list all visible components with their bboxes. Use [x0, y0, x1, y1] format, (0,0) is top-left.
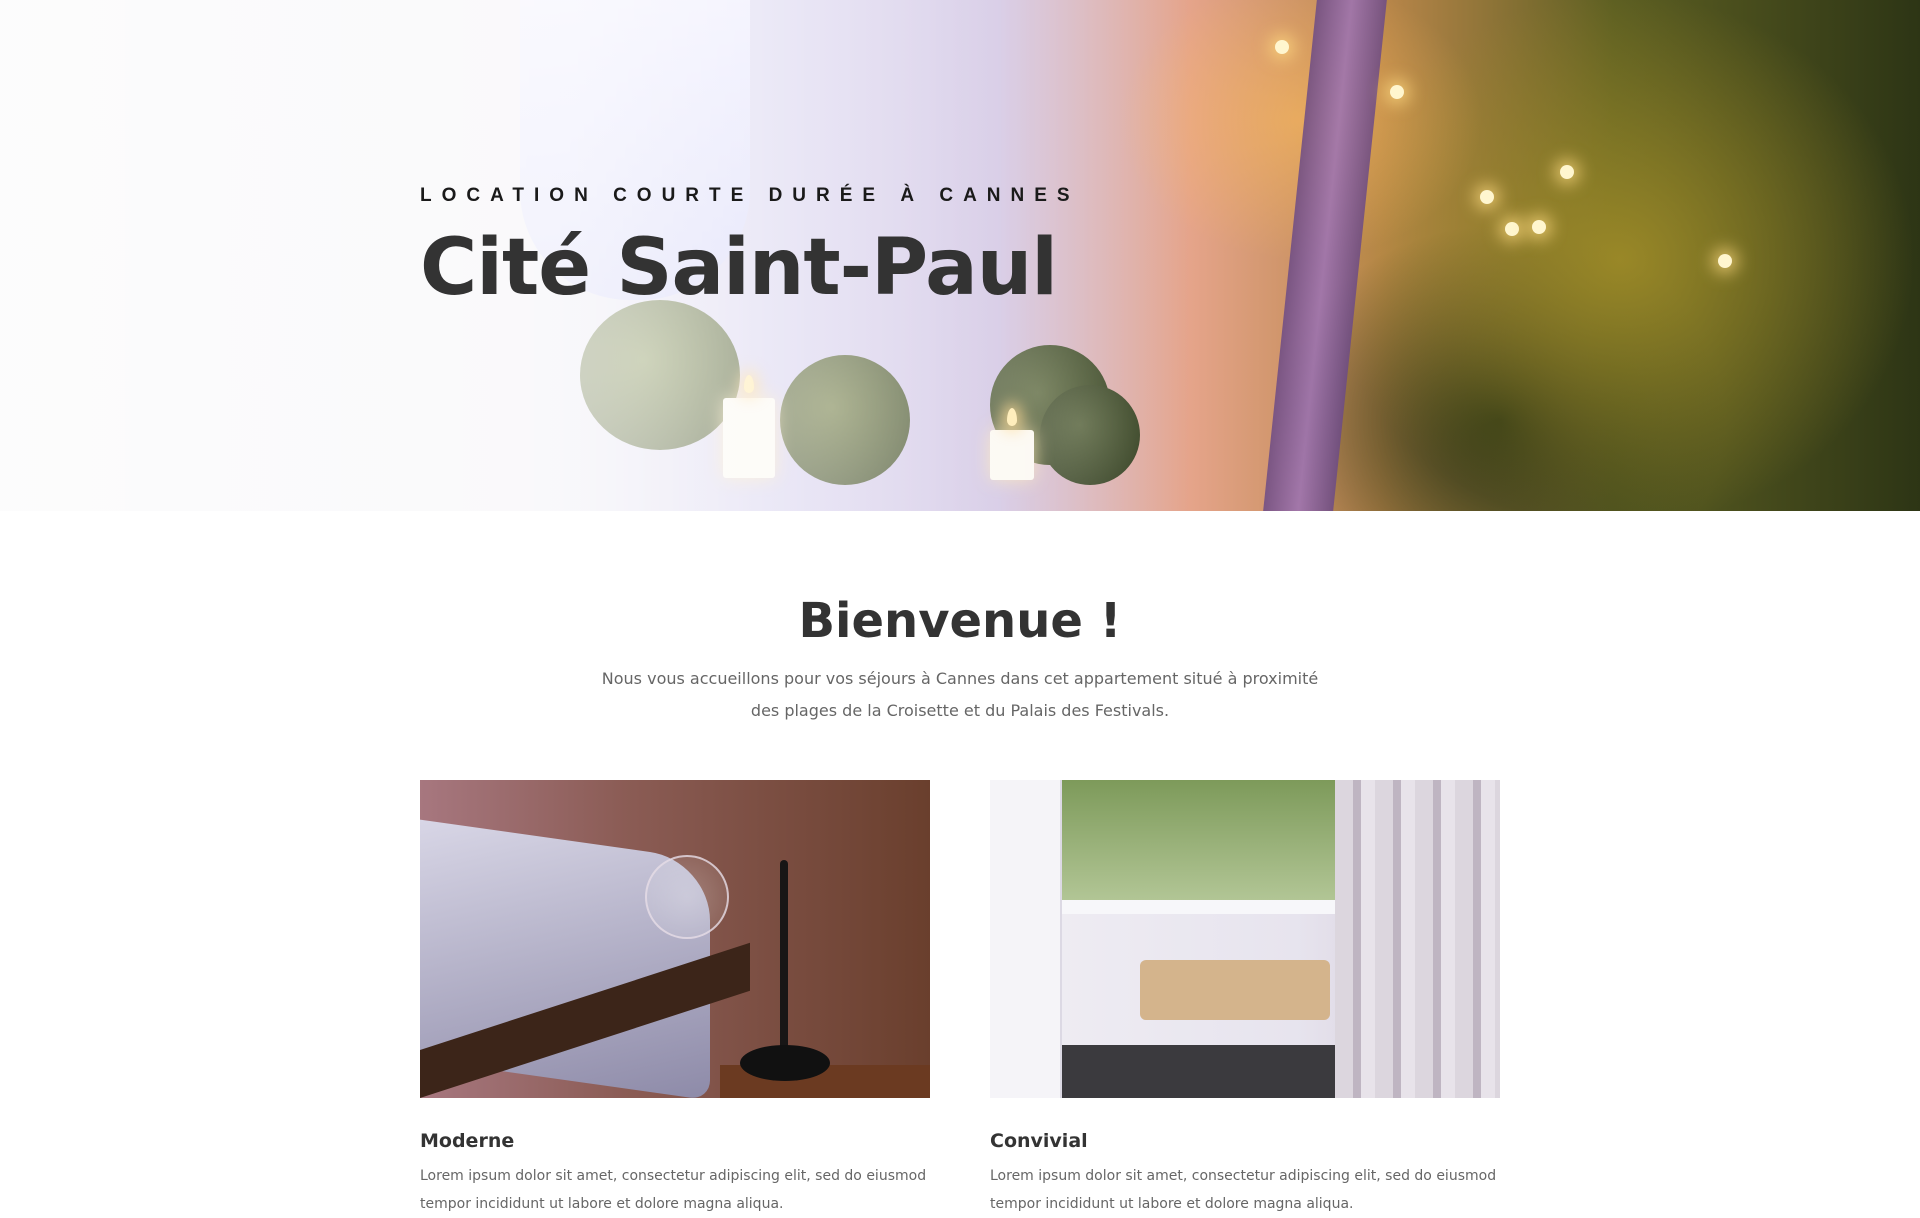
welcome-text: Nous vous accueillons pour vos séjours à…: [601, 669, 1319, 720]
feature-card: Convivial Lorem ipsum dolor sit amet, co…: [990, 780, 1500, 1218]
floor-shape: [1050, 1045, 1350, 1098]
card-title: Moderne: [420, 1130, 515, 1152]
balcony-photo: [990, 780, 1500, 1098]
garden-shape: [1060, 780, 1350, 910]
lamp-base-shape: [740, 1045, 830, 1081]
card-title: Convivial: [990, 1130, 1088, 1152]
curtain-shape: [1335, 780, 1500, 1098]
welcome-title: Bienvenue !: [798, 593, 1122, 649]
railing-shape: [1050, 900, 1350, 914]
feature-card: Moderne Lorem ipsum dolor sit amet, cons…: [420, 780, 930, 1218]
hero-banner: LOCATION COURTE DURÉE À CANNES Cité Sain…: [0, 0, 1920, 511]
welcome-block: Bienvenue ! Nous vous accueillons pour v…: [0, 511, 1920, 727]
hero-text-block: LOCATION COURTE DURÉE À CANNES Cité Sain…: [420, 185, 1080, 313]
welcome-section: Bienvenue ! Nous vous accueillons pour v…: [0, 511, 1920, 1212]
hero-kicker: LOCATION COURTE DURÉE À CANNES: [420, 185, 1080, 206]
table-shape: [1140, 960, 1330, 1020]
hero-title: Cité Saint-Paul: [420, 223, 1058, 313]
lamp-stem-shape: [780, 860, 788, 1070]
bedroom-photo: [420, 780, 930, 1098]
lamp-bulb-shape: [645, 855, 729, 939]
door-shape: [990, 780, 1062, 1098]
feature-cards: Moderne Lorem ipsum dolor sit amet, cons…: [420, 780, 1500, 1218]
